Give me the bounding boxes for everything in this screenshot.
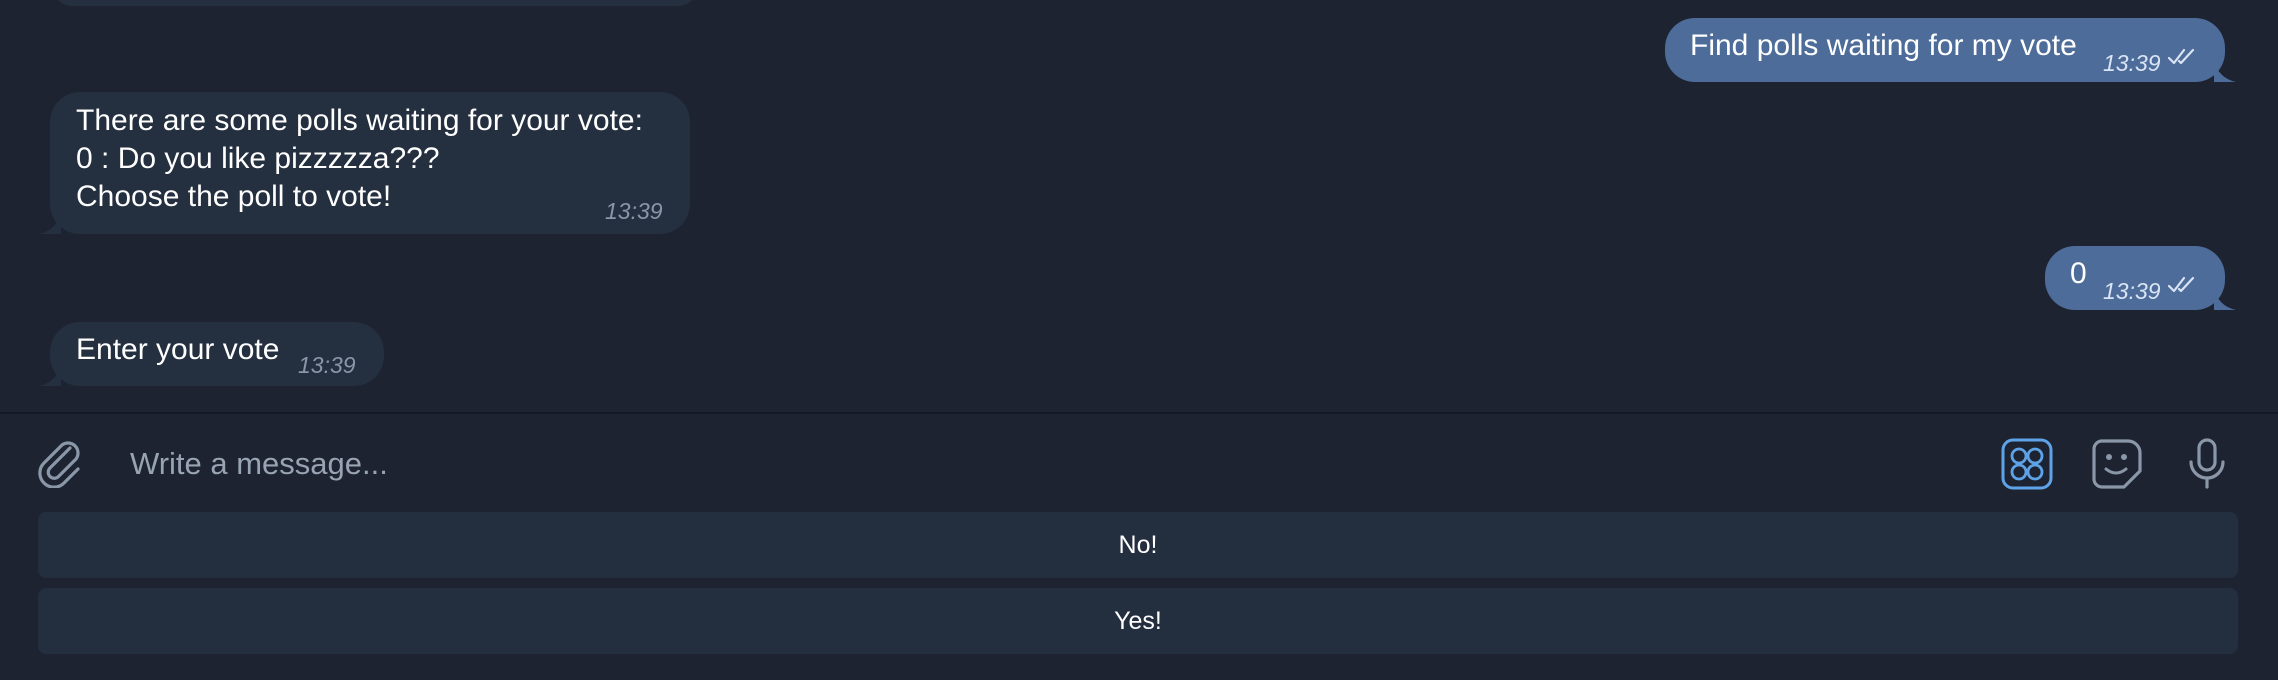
message-time: 13:39 [605, 198, 663, 224]
sticker-icon[interactable] [2090, 437, 2144, 491]
bubble-tail [39, 364, 61, 386]
message-line: There are some polls waiting for your vo… [76, 104, 643, 137]
message-text: Find polls waiting for my vote [1690, 29, 2077, 62]
message-composer [0, 412, 2278, 512]
message-bubble-partial [50, 0, 700, 6]
double-check-icon [2167, 48, 2195, 65]
message-text: 0 [2070, 257, 2087, 290]
bot-keyboard-icon[interactable] [2000, 437, 2054, 491]
outgoing-message[interactable]: Find polls waiting for my vote 13:39 [1665, 18, 2236, 82]
message-time: 13:39 [298, 352, 356, 378]
message-line: Choose the poll to vote! [76, 180, 392, 213]
bubble-tail [39, 212, 61, 234]
outgoing-message[interactable]: 0 13:39 [2045, 246, 2236, 310]
message-line: 0 : Do you like pizzzzza??? [76, 142, 440, 175]
message-text: Enter your vote [76, 333, 280, 366]
microphone-icon[interactable] [2180, 436, 2234, 490]
incoming-message[interactable]: Enter your vote 13:39 [39, 322, 384, 386]
paperclip-icon[interactable] [32, 434, 86, 488]
message-time: 13:39 [2103, 278, 2161, 304]
keyboard-button-yes[interactable]: Yes! [38, 588, 2238, 654]
message-time: 13:39 [2103, 50, 2161, 76]
message-input[interactable] [130, 436, 1930, 492]
double-check-icon [2167, 276, 2195, 293]
keyboard-button-no[interactable]: No! [38, 512, 2238, 578]
bubble-tail [2214, 60, 2236, 82]
message-list[interactable]: Find polls waiting for my vote 13:39 The… [0, 0, 2278, 412]
bubble-tail [2214, 288, 2236, 310]
incoming-message[interactable]: There are some polls waiting for your vo… [39, 92, 690, 234]
